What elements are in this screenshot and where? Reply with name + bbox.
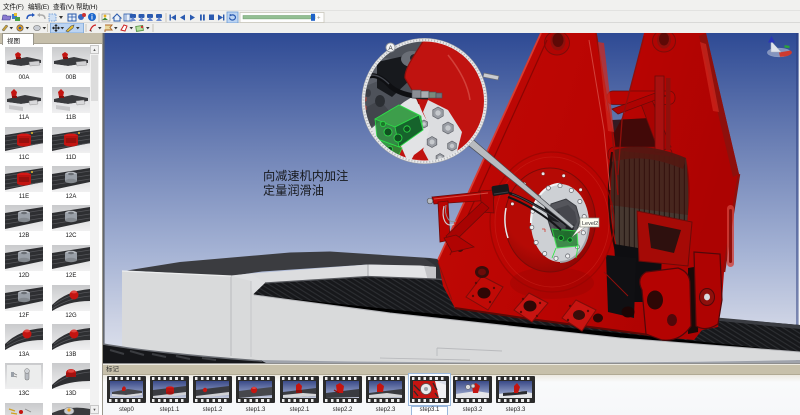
svg-text:定量润滑油: 定量润滑油: [263, 183, 324, 198]
svg-text:向减速机内加注: 向减速机内加注: [263, 168, 348, 183]
svg-text:i: i: [91, 15, 93, 22]
svg-text:Level2: Level2: [582, 221, 598, 227]
svg-text:A: A: [388, 45, 393, 52]
svg-text:+: +: [317, 16, 321, 22]
